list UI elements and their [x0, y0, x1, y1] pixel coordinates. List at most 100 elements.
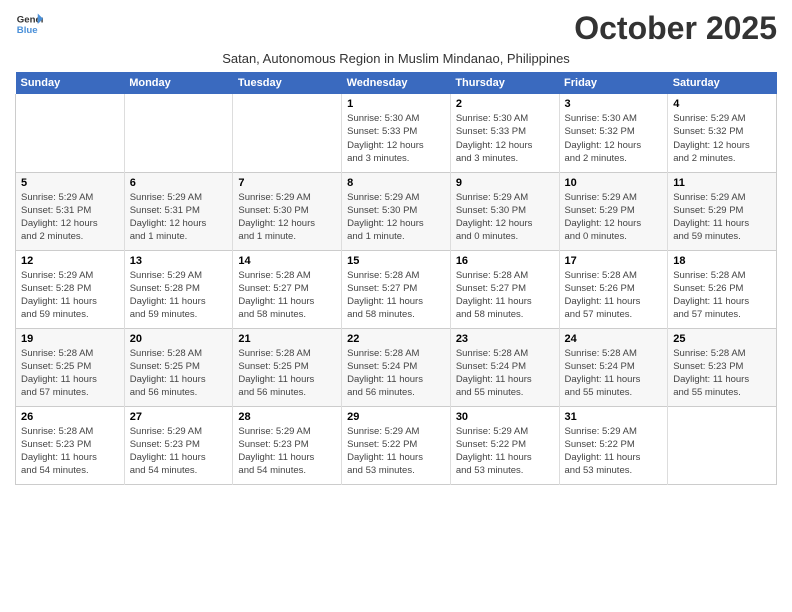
day-number: 1: [347, 98, 445, 110]
day-info: Sunrise: 5:29 AM Sunset: 5:30 PM Dayligh…: [347, 191, 445, 244]
day-info: Sunrise: 5:29 AM Sunset: 5:22 PM Dayligh…: [565, 425, 663, 478]
calendar-cell: 1 Sunrise: 5:30 AM Sunset: 5:33 PM Daylig…: [342, 94, 451, 172]
day-number: 5: [21, 177, 119, 189]
calendar-cell: 17 Sunrise: 5:28 AM Sunset: 5:26 PM Dayli…: [559, 250, 668, 328]
day-info: Sunrise: 5:28 AM Sunset: 5:27 PM Dayligh…: [456, 269, 554, 322]
day-info: Sunrise: 5:29 AM Sunset: 5:22 PM Dayligh…: [456, 425, 554, 478]
day-info: Sunrise: 5:30 AM Sunset: 5:32 PM Dayligh…: [565, 112, 663, 165]
calendar-cell: 18Sunrise: 5:28 AM Sunset: 5:26 PM Dayli…: [668, 250, 777, 328]
day-info: Sunrise: 5:29 AM Sunset: 5:31 PM Dayligh…: [21, 191, 119, 244]
day-info: Sunrise: 5:28 AM Sunset: 5:23 PM Dayligh…: [21, 425, 119, 478]
calendar-cell: 19 Sunrise: 5:28 AM Sunset: 5:25 PM Dayli…: [16, 328, 125, 406]
day-number: 24: [565, 333, 663, 345]
calendar-cell: 10 Sunrise: 5:29 AM Sunset: 5:29 PM Dayli…: [559, 172, 668, 250]
day-number: 29: [347, 411, 445, 423]
week-row: 26 Sunrise: 5:28 AM Sunset: 5:23 PM Dayli…: [16, 406, 777, 484]
day-number: 26: [21, 411, 119, 423]
day-info: Sunrise: 5:28 AM Sunset: 5:27 PM Dayligh…: [238, 269, 336, 322]
calendar-cell: 28 Sunrise: 5:29 AM Sunset: 5:23 PM Dayli…: [233, 406, 342, 484]
day-number: 20: [130, 333, 228, 345]
calendar-cell: 14Sunrise: 5:28 AM Sunset: 5:27 PM Dayli…: [233, 250, 342, 328]
day-number: 28: [238, 411, 336, 423]
calendar-cell: 27 Sunrise: 5:29 AM Sunset: 5:23 PM Dayli…: [124, 406, 233, 484]
day-number: 13: [130, 255, 228, 267]
day-info: Sunrise: 5:29 AM Sunset: 5:31 PM Dayligh…: [130, 191, 228, 244]
day-info: Sunrise: 5:28 AM Sunset: 5:25 PM Dayligh…: [130, 347, 228, 400]
day-number: 17: [565, 255, 663, 267]
day-number: 6: [130, 177, 228, 189]
calendar-cell: 22Sunrise: 5:28 AM Sunset: 5:24 PM Dayli…: [342, 328, 451, 406]
day-info: Sunrise: 5:29 AM Sunset: 5:28 PM Dayligh…: [21, 269, 119, 322]
day-info: Sunrise: 5:28 AM Sunset: 5:25 PM Dayligh…: [238, 347, 336, 400]
calendar-cell: 6 Sunrise: 5:29 AM Sunset: 5:31 PM Daylig…: [124, 172, 233, 250]
day-info: Sunrise: 5:28 AM Sunset: 5:24 PM Dayligh…: [347, 347, 445, 400]
calendar-cell: 30 Sunrise: 5:29 AM Sunset: 5:22 PM Dayli…: [450, 406, 559, 484]
calendar-cell: 26 Sunrise: 5:28 AM Sunset: 5:23 PM Dayli…: [16, 406, 125, 484]
day-number: 16: [456, 255, 554, 267]
day-number: 10: [565, 177, 663, 189]
column-header-tuesday: Tuesday: [233, 72, 342, 94]
calendar-cell: [233, 94, 342, 172]
day-number: 4: [673, 98, 771, 110]
day-number: 2: [456, 98, 554, 110]
day-number: 31: [565, 411, 663, 423]
subtitle: Satan, Autonomous Region in Muslim Minda…: [15, 51, 777, 66]
day-number: 25: [673, 333, 771, 345]
day-info: Sunrise: 5:28 AM Sunset: 5:24 PM Dayligh…: [456, 347, 554, 400]
week-row: 1 Sunrise: 5:30 AM Sunset: 5:33 PM Daylig…: [16, 94, 777, 172]
calendar-cell: [16, 94, 125, 172]
day-info: Sunrise: 5:28 AM Sunset: 5:26 PM Dayligh…: [565, 269, 663, 322]
calendar-cell: 24 Sunrise: 5:28 AM Sunset: 5:24 PM Dayli…: [559, 328, 668, 406]
header: General Blue October 2025: [15, 10, 777, 47]
column-header-thursday: Thursday: [450, 72, 559, 94]
day-number: 27: [130, 411, 228, 423]
calendar-cell: 13 Sunrise: 5:29 AM Sunset: 5:28 PM Dayli…: [124, 250, 233, 328]
day-number: 7: [238, 177, 336, 189]
day-info: Sunrise: 5:28 AM Sunset: 5:27 PM Dayligh…: [347, 269, 445, 322]
calendar-cell: 7 Sunrise: 5:29 AM Sunset: 5:30 PM Daylig…: [233, 172, 342, 250]
calendar-cell: 15 Sunrise: 5:28 AM Sunset: 5:27 PM Dayli…: [342, 250, 451, 328]
calendar-cell: 25Sunrise: 5:28 AM Sunset: 5:23 PM Dayli…: [668, 328, 777, 406]
day-info: Sunrise: 5:29 AM Sunset: 5:23 PM Dayligh…: [238, 425, 336, 478]
calendar-cell: 3 Sunrise: 5:30 AM Sunset: 5:32 PM Daylig…: [559, 94, 668, 172]
week-row: 12Sunrise: 5:29 AM Sunset: 5:28 PM Dayli…: [16, 250, 777, 328]
month-title: October 2025: [574, 10, 777, 47]
column-header-friday: Friday: [559, 72, 668, 94]
calendar-cell: 8 Sunrise: 5:29 AM Sunset: 5:30 PM Daylig…: [342, 172, 451, 250]
page: General Blue October 2025 Satan, Autonom…: [0, 0, 792, 495]
column-header-sunday: Sunday: [16, 72, 125, 94]
column-header-wednesday: Wednesday: [342, 72, 451, 94]
day-info: Sunrise: 5:29 AM Sunset: 5:28 PM Dayligh…: [130, 269, 228, 322]
calendar-cell: 2 Sunrise: 5:30 AM Sunset: 5:33 PM Daylig…: [450, 94, 559, 172]
calendar-cell: 29Sunrise: 5:29 AM Sunset: 5:22 PM Dayli…: [342, 406, 451, 484]
day-number: 18: [673, 255, 771, 267]
day-info: Sunrise: 5:30 AM Sunset: 5:33 PM Dayligh…: [456, 112, 554, 165]
calendar-cell: [668, 406, 777, 484]
day-info: Sunrise: 5:29 AM Sunset: 5:30 PM Dayligh…: [238, 191, 336, 244]
calendar-cell: 23 Sunrise: 5:28 AM Sunset: 5:24 PM Dayli…: [450, 328, 559, 406]
day-info: Sunrise: 5:29 AM Sunset: 5:23 PM Dayligh…: [130, 425, 228, 478]
day-number: 21: [238, 333, 336, 345]
day-number: 19: [21, 333, 119, 345]
day-number: 30: [456, 411, 554, 423]
calendar-cell: 11Sunrise: 5:29 AM Sunset: 5:29 PM Dayli…: [668, 172, 777, 250]
calendar-cell: 5 Sunrise: 5:29 AM Sunset: 5:31 PM Daylig…: [16, 172, 125, 250]
day-number: 23: [456, 333, 554, 345]
day-info: Sunrise: 5:29 AM Sunset: 5:30 PM Dayligh…: [456, 191, 554, 244]
day-info: Sunrise: 5:30 AM Sunset: 5:33 PM Dayligh…: [347, 112, 445, 165]
calendar-cell: 21 Sunrise: 5:28 AM Sunset: 5:25 PM Dayli…: [233, 328, 342, 406]
logo: General Blue: [15, 10, 43, 38]
header-row: SundayMondayTuesdayWednesdayThursdayFrid…: [16, 72, 777, 94]
logo-icon: General Blue: [15, 10, 43, 38]
day-number: 15: [347, 255, 445, 267]
day-info: Sunrise: 5:28 AM Sunset: 5:24 PM Dayligh…: [565, 347, 663, 400]
day-number: 9: [456, 177, 554, 189]
calendar-cell: 16 Sunrise: 5:28 AM Sunset: 5:27 PM Dayli…: [450, 250, 559, 328]
day-info: Sunrise: 5:28 AM Sunset: 5:25 PM Dayligh…: [21, 347, 119, 400]
day-number: 8: [347, 177, 445, 189]
day-number: 3: [565, 98, 663, 110]
day-info: Sunrise: 5:29 AM Sunset: 5:32 PM Dayligh…: [673, 112, 771, 165]
week-row: 19 Sunrise: 5:28 AM Sunset: 5:25 PM Dayli…: [16, 328, 777, 406]
day-info: Sunrise: 5:29 AM Sunset: 5:29 PM Dayligh…: [565, 191, 663, 244]
calendar-cell: 4 Sunrise: 5:29 AM Sunset: 5:32 PM Daylig…: [668, 94, 777, 172]
